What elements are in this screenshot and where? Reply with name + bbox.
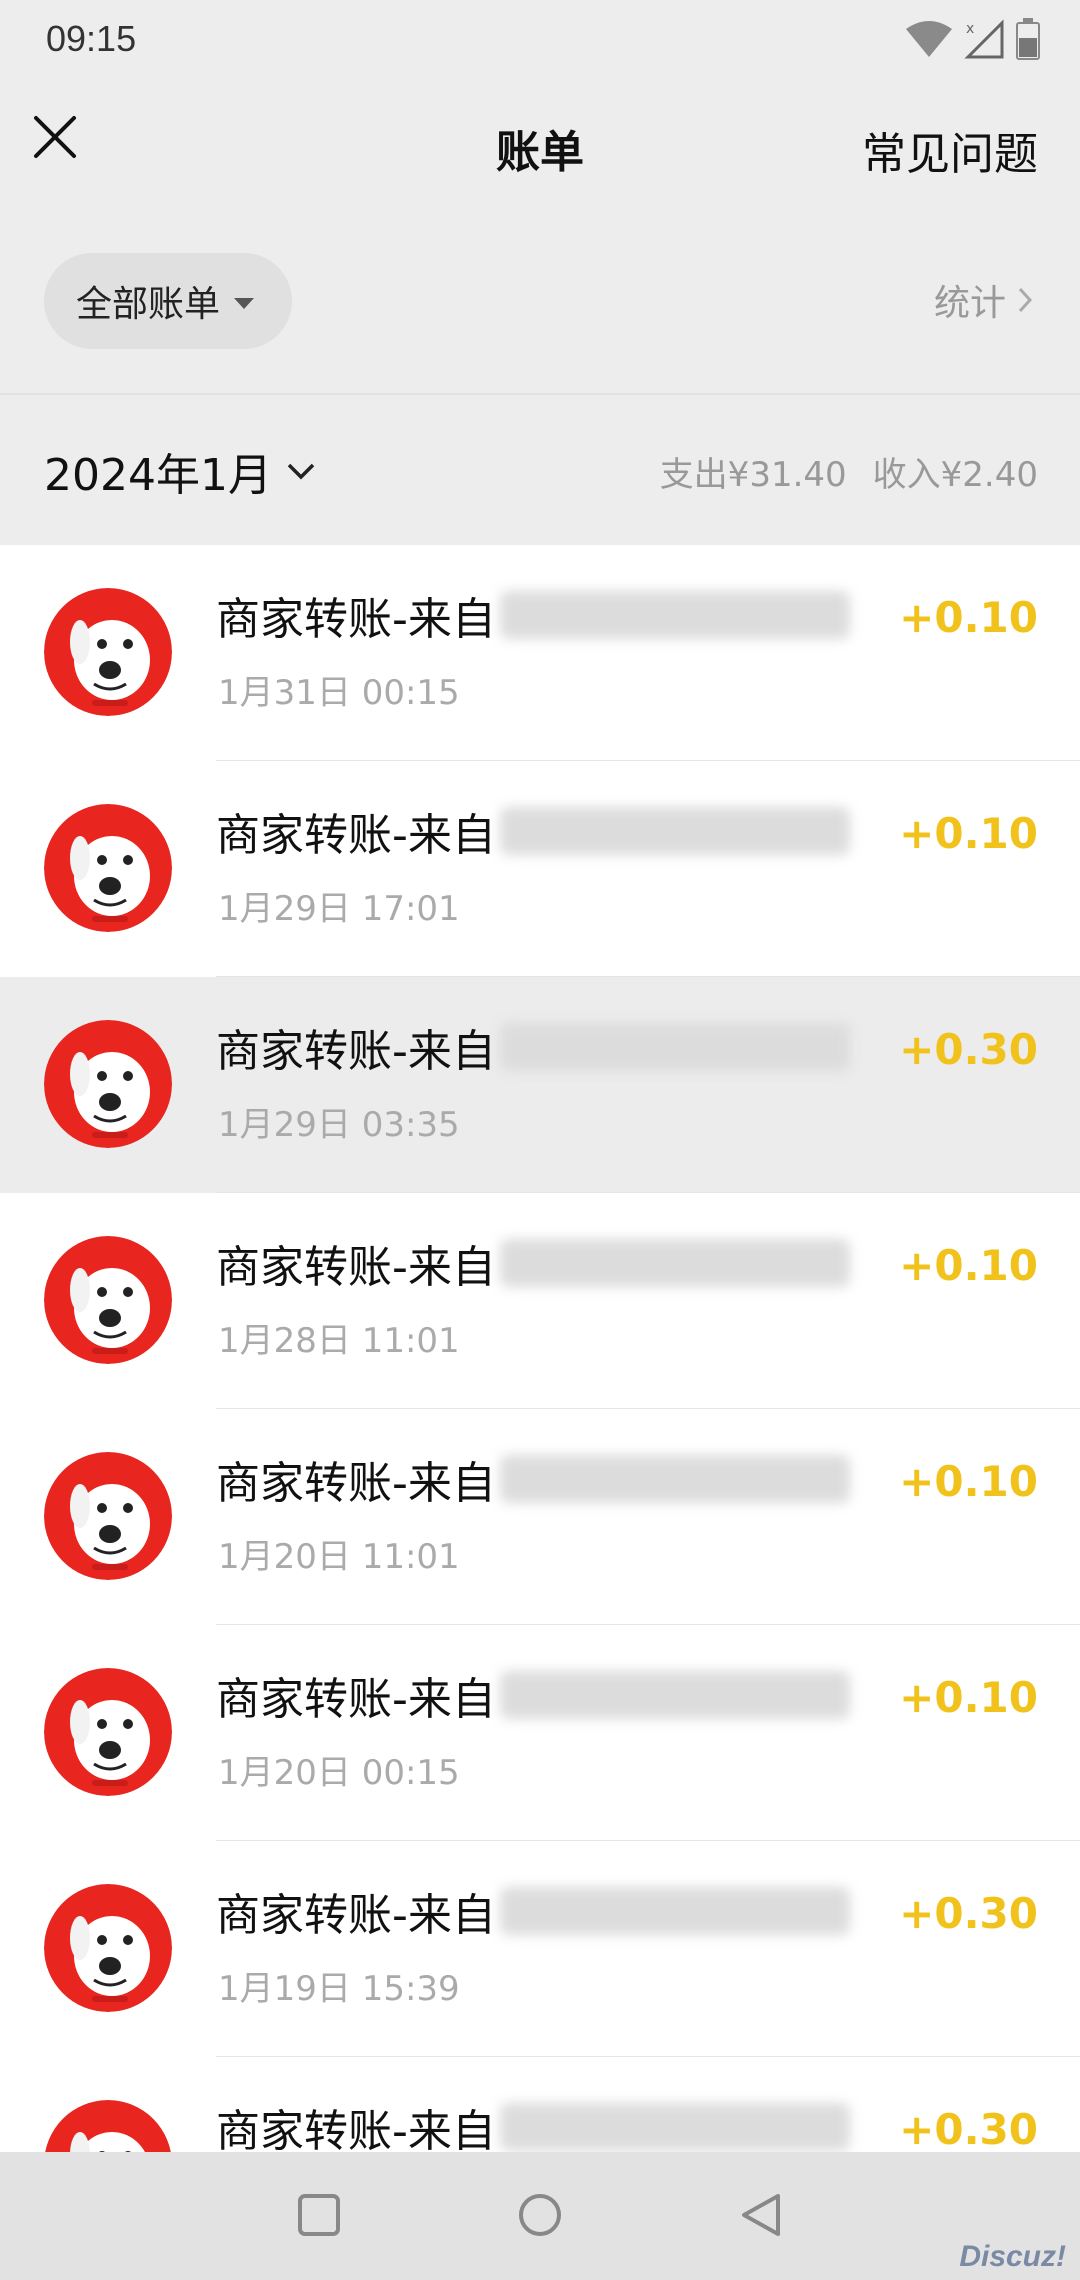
- mascot-dog-icon: [44, 804, 172, 932]
- transaction-date: 1月29日 03:35: [218, 1105, 460, 1145]
- blurred-merchant-name: [499, 807, 850, 855]
- transaction-title: 商家转账-来自: [216, 2106, 496, 2152]
- cellular-no-signal-icon: x: [964, 19, 1004, 59]
- transaction-title: 商家转账-来自: [216, 1674, 496, 1725]
- transaction-row[interactable]: 商家转账-来自 1月29日 17:01 +0.10: [0, 761, 1080, 977]
- transaction-date: 1月28日 11:01: [218, 1321, 460, 1361]
- transaction-amount: +0.30: [899, 1025, 1038, 1074]
- month-text: 2024年1月: [44, 450, 272, 501]
- svg-text:x: x: [966, 21, 974, 37]
- transaction-date: 1月31日 00:15: [218, 673, 460, 713]
- status-icons: x: [904, 14, 1040, 64]
- mascot-dog-icon: [44, 2100, 172, 2152]
- nav-bar: 账单 常见问题: [0, 80, 1080, 210]
- caret-down-icon: [234, 297, 255, 309]
- month-selector[interactable]: 2024年1月: [44, 439, 318, 503]
- stats-label: 统计: [933, 283, 1006, 324]
- transaction-date: 1月20日 11:01: [218, 1537, 460, 1577]
- transaction-amount: +0.10: [899, 1241, 1038, 1290]
- transaction-date: 1月20日 00:15: [218, 1753, 460, 1793]
- transaction-row[interactable]: 商家转账-来自 1月20日 00:15 +0.10: [0, 1625, 1080, 1841]
- transaction-row[interactable]: 商家转账-来自 1月20日 11:01 +0.10: [0, 1409, 1080, 1625]
- mascot-dog-icon: [44, 588, 172, 716]
- mascot-dog-icon: [44, 1236, 172, 1364]
- filter-label: 全部账单: [76, 284, 221, 325]
- status-time: 09:15: [46, 18, 137, 59]
- transaction-title: 商家转账-来自: [216, 1458, 496, 1509]
- income-total: 收入¥2.40: [872, 455, 1038, 495]
- transaction-title: 商家转账-来自: [216, 594, 496, 645]
- mascot-dog-icon: [44, 1452, 172, 1580]
- transaction-amount: +0.10: [899, 593, 1038, 642]
- transaction-date: 1月29日 17:01: [218, 889, 460, 929]
- bill-filter-dropdown[interactable]: 全部账单: [44, 253, 292, 349]
- transaction-title: 商家转账-来自: [216, 810, 496, 861]
- transaction-amount: +0.10: [899, 1457, 1038, 1506]
- transaction-amount: +0.10: [899, 1673, 1038, 1722]
- transaction-amount: +0.30: [899, 1889, 1038, 1938]
- faq-link[interactable]: 常见问题: [862, 118, 1038, 182]
- blurred-merchant-name: [499, 1239, 850, 1287]
- transaction-title: 商家转账-来自: [216, 1026, 496, 1077]
- blurred-merchant-name: [499, 1455, 850, 1503]
- back-triangle-icon[interactable]: [738, 2192, 784, 2238]
- chevron-right-icon: [1018, 287, 1033, 313]
- wifi-icon: [906, 21, 952, 57]
- recents-square-icon[interactable]: [296, 2192, 342, 2238]
- transaction-list: 商家转账-来自 1月31日 00:15 +0.10 商家转账-来自 1月29日 …: [0, 545, 1080, 2152]
- watermark: Discuz!: [959, 2240, 1066, 2273]
- blurred-merchant-name: [499, 1887, 850, 1935]
- mascot-dog-icon: [44, 1668, 172, 1796]
- month-summary: 支出¥31.40 收入¥2.40: [660, 447, 1038, 496]
- filter-bar: 全部账单 统计: [0, 210, 1080, 395]
- transaction-row[interactable]: 商家转账-来自 +0.30: [0, 2057, 1080, 2152]
- transaction-amount: +0.10: [899, 809, 1038, 858]
- transaction-title: 商家转账-来自: [216, 1890, 496, 1941]
- month-header: 2024年1月 支出¥31.40 收入¥2.40: [0, 397, 1080, 545]
- home-circle-icon[interactable]: [517, 2192, 563, 2238]
- transaction-title: 商家转账-来自: [216, 1242, 496, 1293]
- chevron-down-icon: [287, 463, 315, 480]
- blurred-merchant-name: [499, 591, 850, 639]
- mascot-dog-icon: [44, 1884, 172, 2012]
- battery-icon: [1016, 18, 1040, 60]
- system-navigation-bar: Discuz!: [0, 2152, 1080, 2280]
- blurred-merchant-name: [499, 1671, 850, 1719]
- status-bar: 09:15 x: [0, 0, 1080, 80]
- transaction-row[interactable]: 商家转账-来自 1月28日 11:01 +0.10: [0, 1193, 1080, 1409]
- blurred-merchant-name: [499, 1023, 850, 1071]
- transaction-date: 1月19日 15:39: [218, 1969, 460, 2009]
- blurred-merchant-name: [499, 2103, 850, 2151]
- expense-total: 支出¥31.40: [659, 455, 847, 495]
- transaction-amount: +0.30: [899, 2105, 1038, 2152]
- mascot-dog-icon: [44, 1020, 172, 1148]
- transaction-row[interactable]: 商家转账-来自 1月29日 03:35 +0.30: [0, 977, 1080, 1193]
- transaction-row[interactable]: 商家转账-来自 1月31日 00:15 +0.10: [0, 545, 1080, 761]
- stats-link[interactable]: 统计: [934, 274, 1038, 326]
- transaction-row[interactable]: 商家转账-来自 1月19日 15:39 +0.30: [0, 1841, 1080, 2057]
- close-icon[interactable]: [28, 110, 82, 164]
